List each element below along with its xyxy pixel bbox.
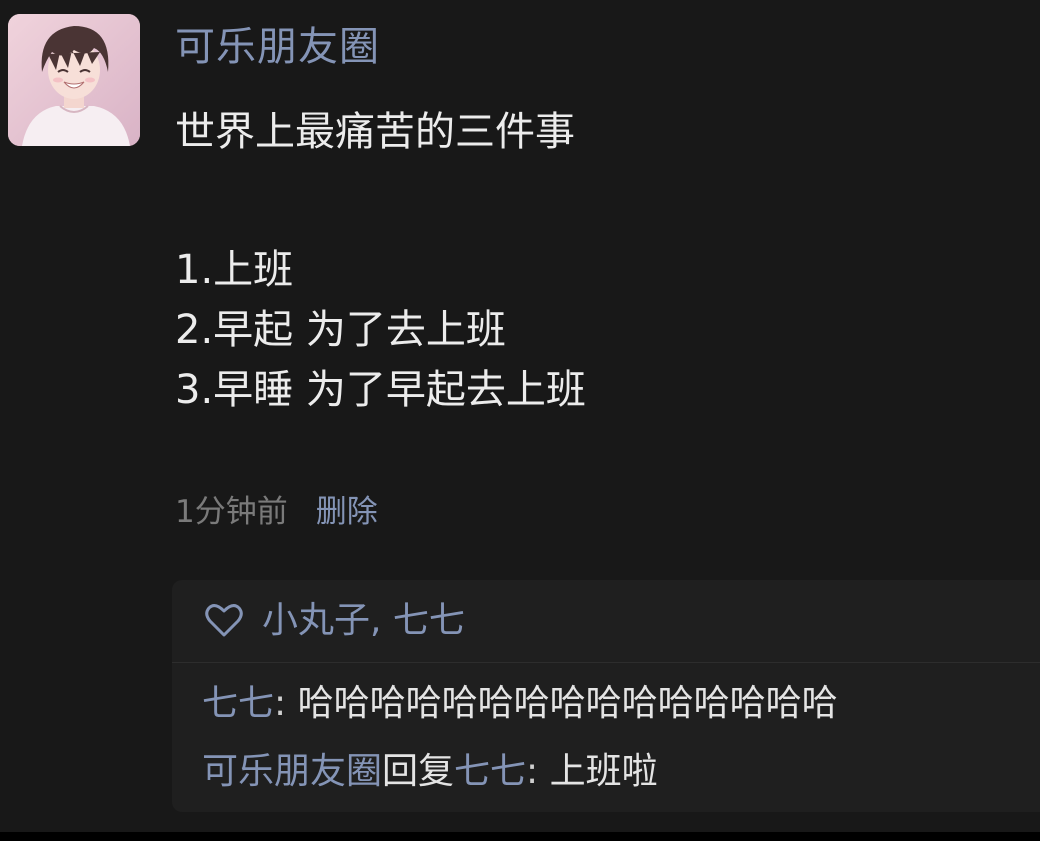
bottom-edge [0, 832, 1040, 841]
post-meta: 1分钟前 删除 [175, 486, 378, 538]
reply-word: 回复 [382, 751, 455, 792]
post-timestamp: 1分钟前 [175, 494, 288, 530]
post-line-title: 世界上最痛苦的三件事 [175, 109, 575, 155]
comment-item[interactable]: 可乐朋友圈回复七七: 上班啦 [202, 745, 658, 799]
likes-row: 小丸子, 七七 [204, 594, 465, 648]
avatar[interactable] [8, 14, 140, 146]
post-author-name[interactable]: 可乐朋友圈 [175, 20, 380, 74]
heart-outline-icon [205, 604, 243, 637]
post-line-3: 3.早睡 为了早起去上班 [175, 367, 586, 413]
moments-screen: 可乐朋友圈 世界上最痛苦的三件事 1.上班 2.早起 为了去上班 3.早睡 为了… [0, 0, 1040, 841]
likes-divider [172, 662, 1040, 663]
post-line-1: 1.上班 [175, 247, 294, 293]
post-line-2: 2.早起 为了去上班 [175, 307, 506, 353]
comment-separator: : [526, 751, 550, 792]
comment-separator: : [274, 683, 298, 724]
comment-item[interactable]: 七七: 哈哈哈哈哈哈哈哈哈哈哈哈哈哈哈 [202, 677, 838, 731]
comment-author[interactable]: 七七 [202, 683, 274, 724]
likes-comments-panel: 小丸子, 七七 七七: 哈哈哈哈哈哈哈哈哈哈哈哈哈哈哈 可乐朋友圈回复七七: 上… [172, 580, 1040, 812]
comment-text: 哈哈哈哈哈哈哈哈哈哈哈哈哈哈哈 [297, 683, 838, 724]
reply-target[interactable]: 七七 [454, 751, 526, 792]
comment-text: 上班啦 [549, 751, 658, 792]
post-content: 世界上最痛苦的三件事 1.上班 2.早起 为了去上班 3.早睡 为了早起去上班 [175, 102, 586, 420]
avatar-anime-boy-image [8, 14, 140, 146]
comment-author[interactable]: 可乐朋友圈 [202, 751, 382, 792]
delete-button[interactable]: 删除 [316, 494, 378, 530]
likes-names[interactable]: 小丸子, 七七 [262, 594, 465, 648]
